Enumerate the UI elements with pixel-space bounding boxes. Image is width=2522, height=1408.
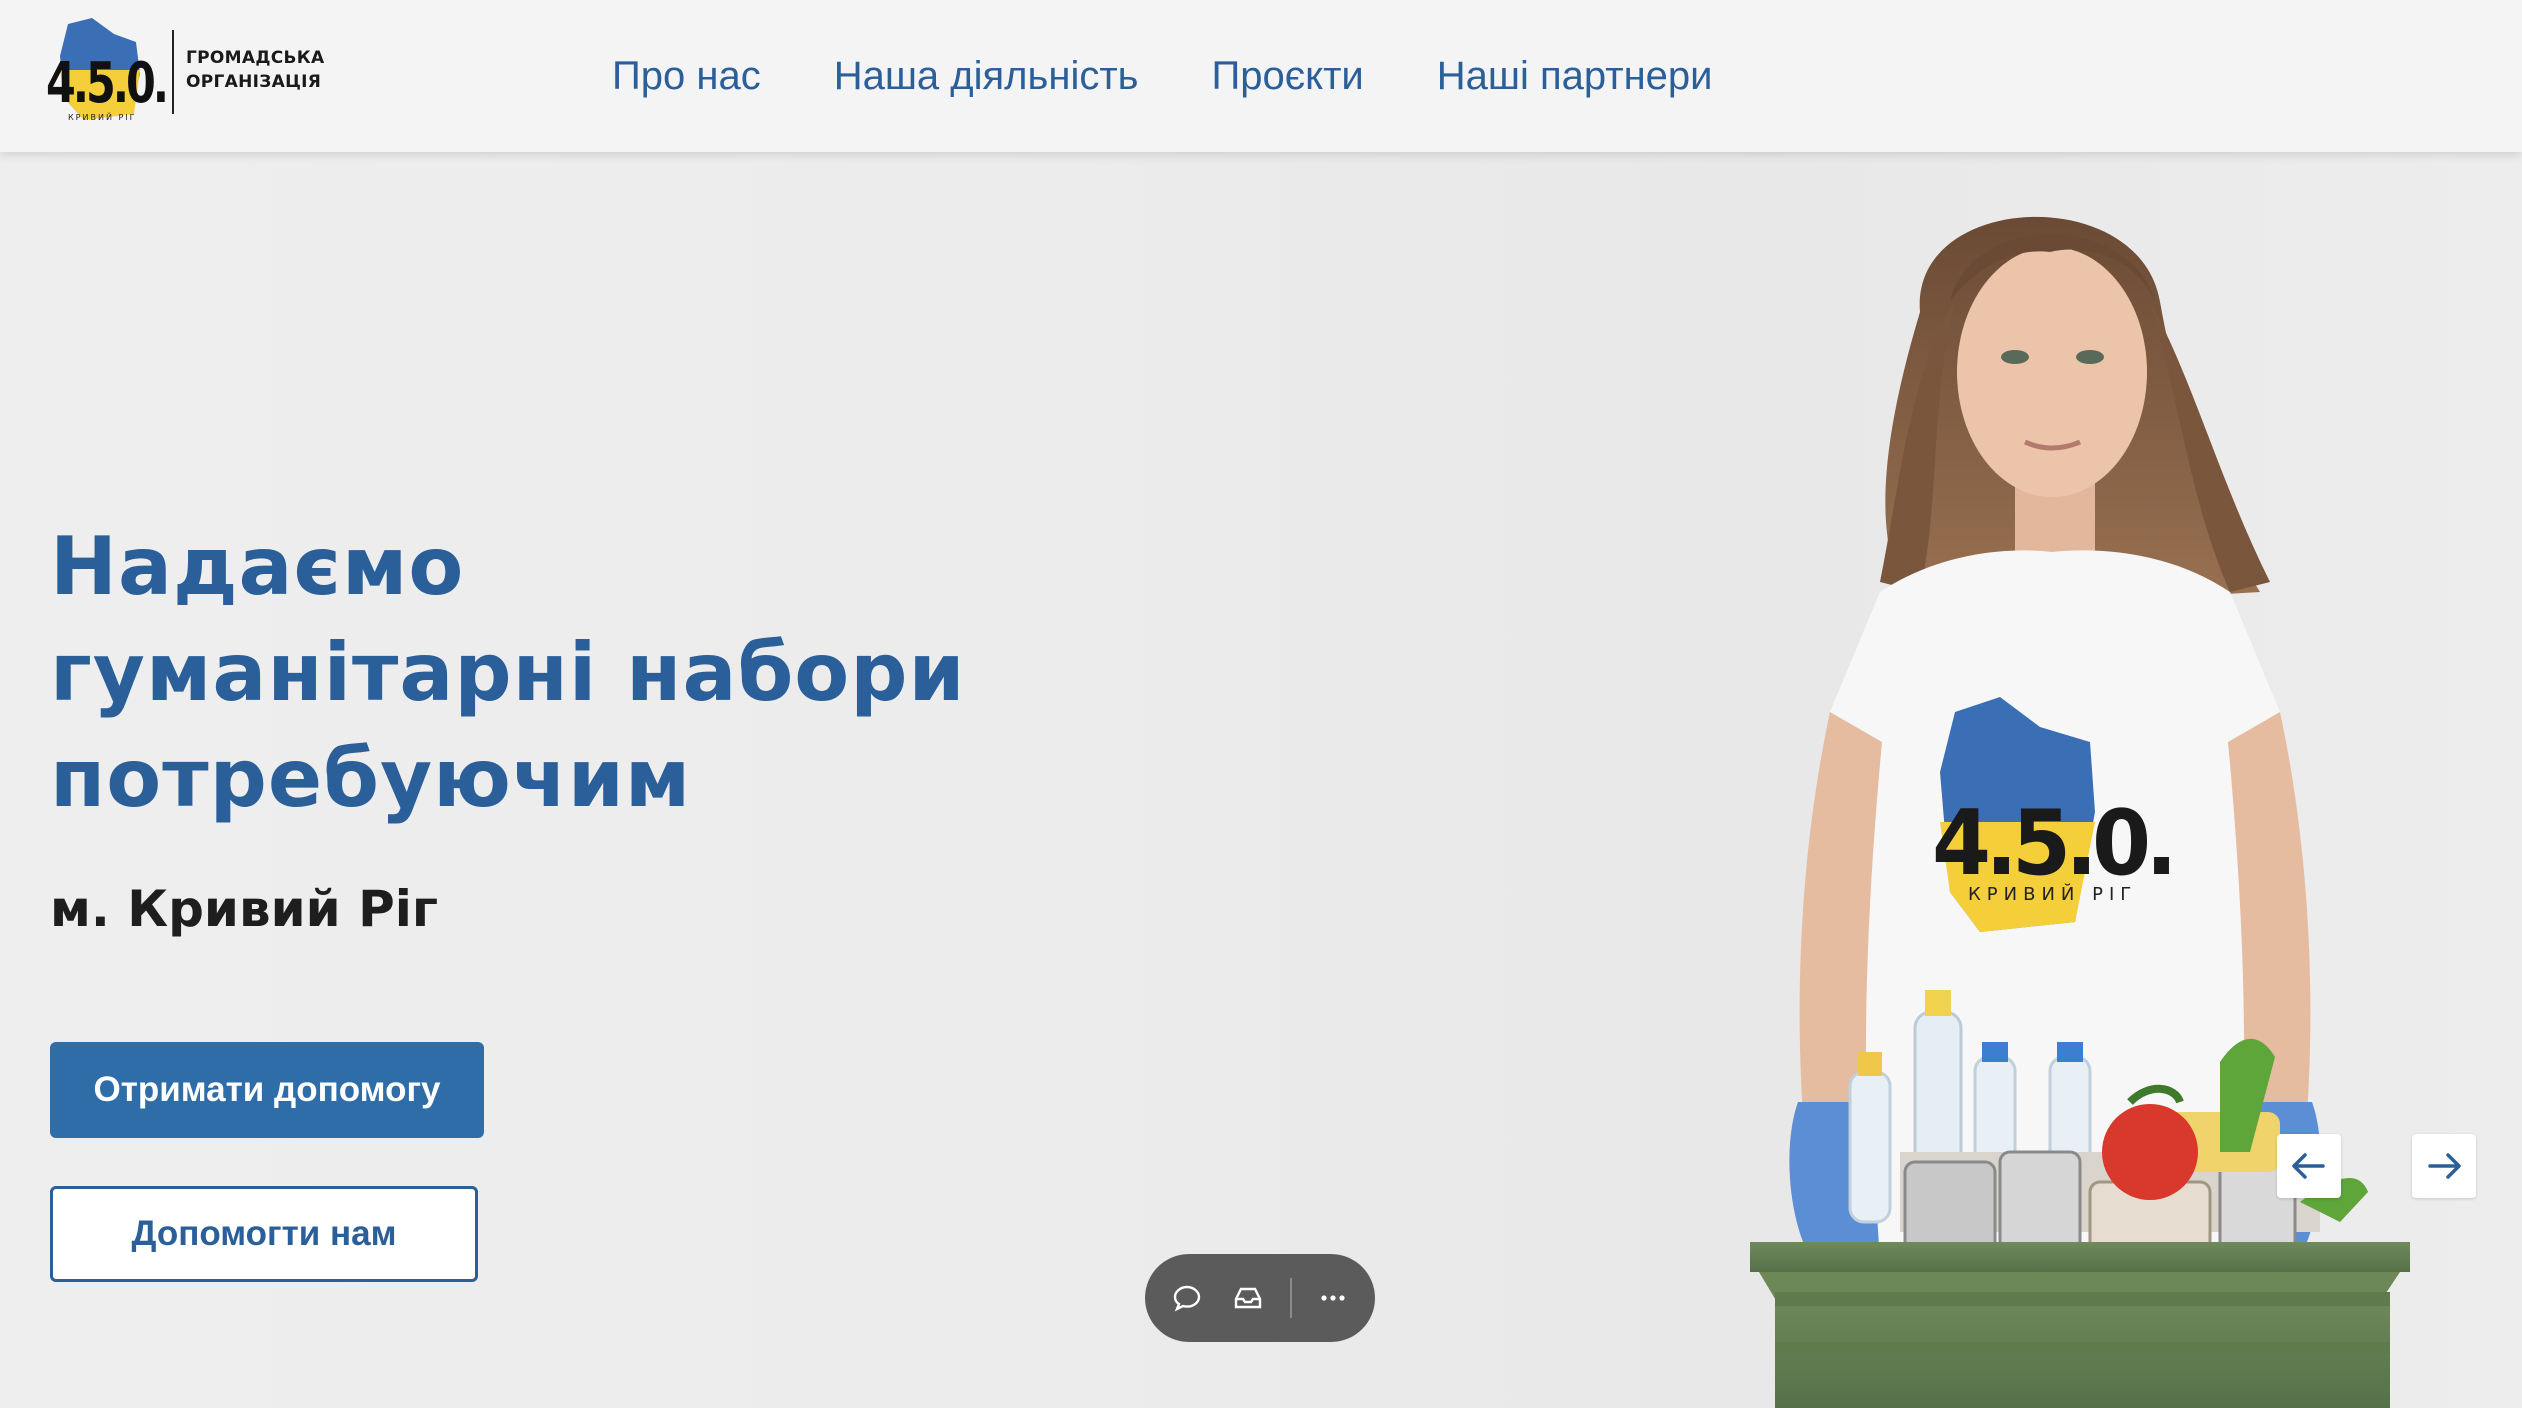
hero-title-line2: гуманітарні набори [50, 626, 966, 719]
logo-mark-icon: 4.5.0. КРИВИЙ РІГ [44, 16, 170, 126]
site-logo[interactable]: 4.5.0. КРИВИЙ РІГ ГРОМАДСЬКА ОРГАНІЗАЦІЯ [44, 16, 324, 126]
logo-mark-text: 4.5.0. [46, 51, 166, 116]
logo-org-name: ГРОМАДСЬКА ОРГАНІЗАЦІЯ [186, 46, 324, 94]
hero-title: Надаємо гуманітарні набори потребуючим [50, 514, 1150, 832]
hero-subtitle: м. Кривий Ріг [50, 880, 438, 938]
nav-item-about[interactable]: Про нас [612, 54, 761, 99]
toolbar-divider [1289, 1278, 1292, 1318]
help-us-button[interactable]: Допомогти нам [50, 1186, 478, 1282]
logo-mark-subtext: КРИВИЙ РІГ [68, 111, 137, 122]
floating-toolbar [1145, 1254, 1375, 1342]
logo-divider [172, 30, 174, 114]
hero-photo: 4.5.0. КРИВИЙ РІГ [1750, 216, 2410, 1408]
get-help-button[interactable]: Отримати допомогу [50, 1042, 484, 1138]
nav-item-partners[interactable]: Наші партнери [1437, 54, 1713, 99]
arrow-left-icon [2292, 1153, 2325, 1179]
hero-title-line1: Надаємо [50, 520, 465, 613]
main-nav: Про нас Наша діяльність Проєкти Наші пар… [612, 0, 1713, 152]
slider-prev-button[interactable] [2277, 1134, 2341, 1198]
nav-item-projects[interactable]: Проєкти [1212, 54, 1364, 99]
chat-bubble-icon[interactable] [1167, 1278, 1206, 1318]
inbox-icon[interactable] [1228, 1278, 1267, 1318]
logo-org-line1: ГРОМАДСЬКА [186, 48, 325, 68]
logo-org-line2: ОРГАНІЗАЦІЯ [186, 72, 322, 92]
slider-next-button[interactable] [2412, 1134, 2476, 1198]
nav-item-activity[interactable]: Наша діяльність [834, 54, 1139, 99]
shirt-logo-subtext: КРИВИЙ РІГ [1968, 883, 2137, 905]
hero-title-line3: потребуючим [50, 732, 692, 825]
site-header: 4.5.0. КРИВИЙ РІГ ГРОМАДСЬКА ОРГАНІЗАЦІЯ… [0, 0, 2522, 152]
more-dots-icon[interactable] [1314, 1278, 1353, 1318]
arrow-right-icon [2428, 1153, 2461, 1179]
shirt-logo-text: 4.5.0. [1932, 791, 2172, 896]
hero-slider: 4.5.0. КРИВИЙ РІГ Надаємо гуманітарні на… [0, 152, 2522, 1408]
